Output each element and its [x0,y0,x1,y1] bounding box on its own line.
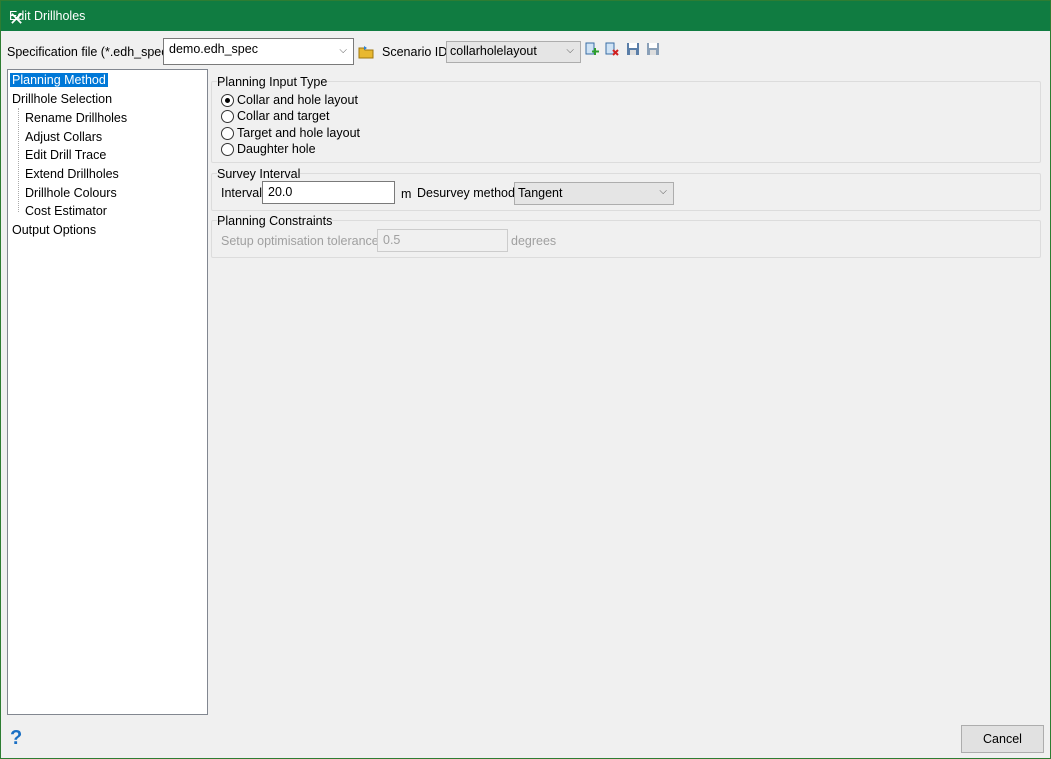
desurvey-method-combo[interactable]: Tangent ⌵ [514,182,674,205]
desurvey-value: Tangent [518,186,563,200]
scenario-id-combo[interactable]: collarholelayout ⌵ [446,41,581,63]
chevron-down-icon: ⌵ [566,45,574,56]
radio-icon [221,109,234,123]
save-as-icon[interactable] [646,42,660,56]
tolerance-label: Setup optimisation tolerance [221,234,379,248]
survey-interval-group: Survey Interval Interval 20.0 m Desurvey… [211,167,1041,211]
radio-label: Collar and hole layout [237,93,358,107]
cancel-button[interactable]: Cancel [961,725,1044,753]
tree-item-cost-estimator[interactable]: Cost Estimator [25,204,107,218]
radio-label: Target and hole layout [237,126,361,140]
tree-item-edit-drill-trace[interactable]: Edit Drill Trace [25,148,106,162]
tree-item-drillhole-colours[interactable]: Drillhole Colours [25,186,117,200]
chevron-down-icon: ⌵ [339,45,347,56]
radio-icon [221,126,234,140]
title-bar: Edit Drillholes ✕ [1,1,1050,31]
planning-input-type-group: Planning Input Type Collar and hole layo… [211,75,1041,163]
radio-checked-icon [221,93,234,107]
planning-constraints-group: Planning Constraints Setup optimisation … [211,214,1041,258]
tree-item-output-options[interactable]: Output Options [12,223,96,237]
spec-file-combo[interactable]: demo.edh_spec ⌵ [163,38,354,65]
tree-item-adjust-collars[interactable]: Adjust Collars [25,130,102,144]
chevron-down-icon: ⌵ [659,186,667,197]
tree-item-planning-method[interactable]: Planning Method [10,73,108,87]
radio-target-hole-layout[interactable]: Target and hole layout [221,126,360,140]
close-icon[interactable]: ✕ [9,9,1042,30]
radio-label: Collar and target [237,109,330,123]
tree-item-extend-drillholes[interactable]: Extend Drillholes [25,167,119,181]
radio-label: Daughter hole [237,142,316,156]
group-title: Survey Interval [217,167,301,181]
scenario-id-value: collarholelayout [450,44,537,58]
help-icon[interactable]: ? [10,727,22,750]
group-title: Planning Constraints [217,214,333,228]
spec-file-value: demo.edh_spec [169,42,258,56]
edit-drillholes-dialog: Edit Drillholes ✕ Specification file (*.… [0,0,1051,759]
radio-collar-hole-layout[interactable]: Collar and hole layout [221,93,358,107]
radio-collar-target[interactable]: Collar and target [221,109,329,123]
save-icon[interactable] [626,42,640,56]
tree-item-rename-drillholes[interactable]: Rename Drillholes [25,111,127,125]
tree-item-drillhole-selection[interactable]: Drillhole Selection [12,92,112,106]
tolerance-input[interactable]: 0.5 [377,229,508,252]
scenario-id-label: Scenario ID [382,45,448,59]
group-title: Planning Input Type [217,75,328,89]
spec-file-label: Specification file (*.edh_spec) [7,45,172,59]
desurvey-method-label: Desurvey method [417,186,515,200]
radio-icon [221,142,234,156]
tolerance-unit: degrees [511,234,557,248]
add-scenario-icon[interactable] [585,42,599,56]
interval-label: Interval [221,186,262,200]
delete-scenario-icon[interactable] [605,42,619,56]
interval-unit: m [401,187,412,201]
folder-open-icon[interactable] [358,45,374,59]
radio-daughter-hole[interactable]: Daughter hole [221,142,316,156]
navigation-tree: Planning Method Drillhole Selection Rena… [7,69,208,715]
interval-input[interactable]: 20.0 [262,181,395,204]
tree-line [18,108,19,212]
